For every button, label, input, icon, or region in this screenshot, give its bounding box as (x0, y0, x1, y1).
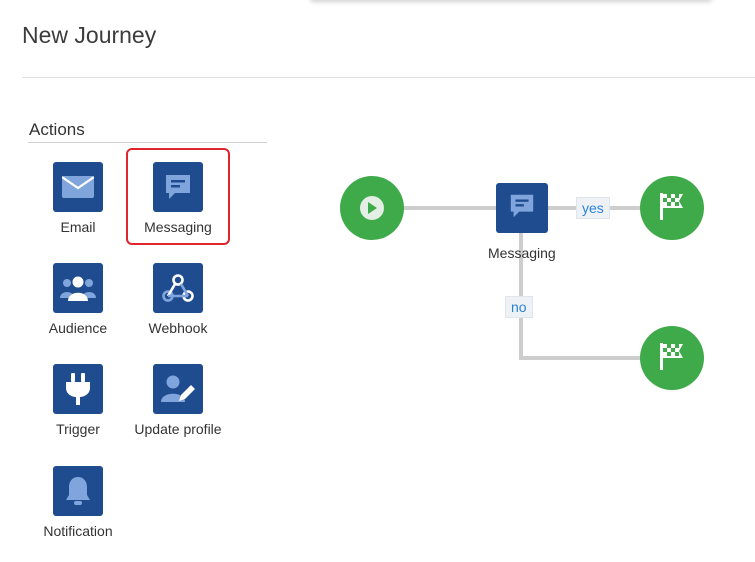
connector-no-horizontal (519, 356, 645, 360)
action-label: Webhook (148, 320, 208, 336)
action-messaging[interactable]: Messaging (126, 148, 230, 245)
action-audience[interactable]: Audience (27, 263, 129, 345)
action-notification[interactable]: Notification (27, 466, 129, 548)
action-label: Audience (48, 320, 108, 336)
action-webhook[interactable]: Webhook (127, 263, 229, 345)
action-label: Email (60, 219, 96, 235)
finish-flag-icon (658, 341, 686, 376)
message-icon (508, 192, 536, 225)
action-email[interactable]: Email (27, 162, 129, 244)
actions-divider (28, 142, 267, 143)
action-label: Update profile (134, 421, 222, 437)
actions-heading: Actions (29, 120, 85, 139)
no-branch-label: no (505, 296, 533, 318)
messaging-node[interactable] (496, 183, 548, 233)
play-icon (360, 196, 384, 220)
start-node[interactable] (340, 176, 404, 240)
bell-icon (53, 466, 103, 516)
end-node-yes[interactable] (640, 176, 704, 240)
message-icon (153, 162, 203, 212)
audience-icon (53, 263, 103, 313)
action-update-profile[interactable]: Update profile (127, 364, 229, 446)
journey-canvas[interactable]: Messaging yes no (300, 150, 755, 410)
yes-branch-label: yes (576, 197, 610, 219)
email-icon (53, 162, 103, 212)
user-edit-icon (153, 364, 203, 414)
action-trigger[interactable]: Trigger (27, 364, 129, 446)
plug-icon (53, 364, 103, 414)
page-title: New Journey (22, 22, 157, 48)
header-divider (22, 77, 755, 78)
action-label: Trigger (56, 421, 100, 437)
finish-flag-icon (658, 191, 686, 226)
action-label: Notification (43, 523, 113, 539)
messaging-node-label: Messaging (488, 245, 556, 261)
action-label: Messaging (144, 219, 212, 235)
webhook-icon (153, 263, 203, 313)
end-node-no[interactable] (640, 326, 704, 390)
